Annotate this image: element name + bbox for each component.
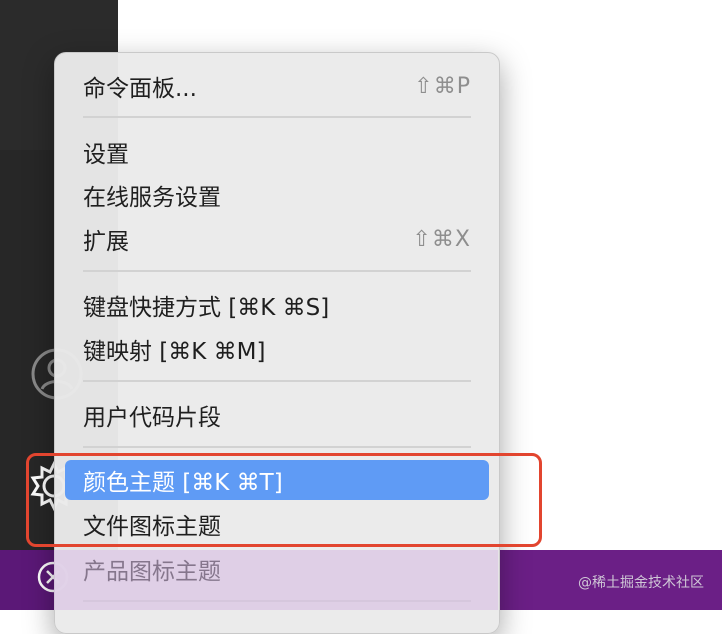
menu-item-product-icon-theme[interactable]: 产品图标主题 — [65, 549, 489, 589]
menu-separator — [83, 380, 471, 382]
menu-item-label: 设置 — [83, 142, 129, 168]
menu-item-label: 文件图标主题 — [83, 514, 221, 540]
menu-separator — [83, 116, 471, 118]
menu-item-shortcut: ⇧⌘X — [412, 226, 471, 252]
menu-item-label: 产品图标主题 — [83, 559, 221, 585]
menu-separator — [83, 270, 471, 272]
menu-item-label: 扩展 — [83, 229, 129, 255]
menu-item-user-snippets[interactable]: 用户代码片段 — [65, 395, 489, 435]
menu-item-keymaps[interactable]: 键映射 [⌘K ⌘M] — [65, 329, 489, 369]
watermark: @稀土掘金技术社区 — [578, 575, 704, 591]
menu-item-extensions[interactable]: 扩展 ⇧⌘X — [65, 219, 489, 259]
menu-separator — [83, 446, 471, 448]
manage-menu: 命令面板... ⇧⌘P 设置 在线服务设置 扩展 ⇧⌘X 键盘快捷方式 [⌘K … — [54, 52, 500, 634]
menu-item-shortcut: ⇧⌘P — [414, 73, 471, 99]
menu-item-label: 键映射 [⌘K ⌘M] — [83, 339, 266, 365]
menu-separator — [83, 600, 471, 602]
menu-item-keyboard-shortcuts[interactable]: 键盘快捷方式 [⌘K ⌘S] — [65, 285, 489, 325]
menu-item-online-services-settings[interactable]: 在线服务设置 — [65, 175, 489, 215]
menu-item-label: 用户代码片段 — [83, 405, 221, 431]
menu-item-command-palette[interactable]: 命令面板... ⇧⌘P — [65, 66, 489, 106]
menu-item-label: 颜色主题 [⌘K ⌘T] — [83, 470, 283, 496]
menu-item-label: 在线服务设置 — [83, 185, 221, 211]
menu-item-label: 命令面板... — [83, 76, 197, 102]
menu-item-settings[interactable]: 设置 — [65, 132, 489, 172]
menu-item-label: 键盘快捷方式 [⌘K ⌘S] — [83, 295, 330, 321]
menu-item-file-icon-theme[interactable]: 文件图标主题 — [65, 504, 489, 544]
menu-item-color-theme[interactable]: 颜色主题 [⌘K ⌘T] — [65, 460, 489, 500]
